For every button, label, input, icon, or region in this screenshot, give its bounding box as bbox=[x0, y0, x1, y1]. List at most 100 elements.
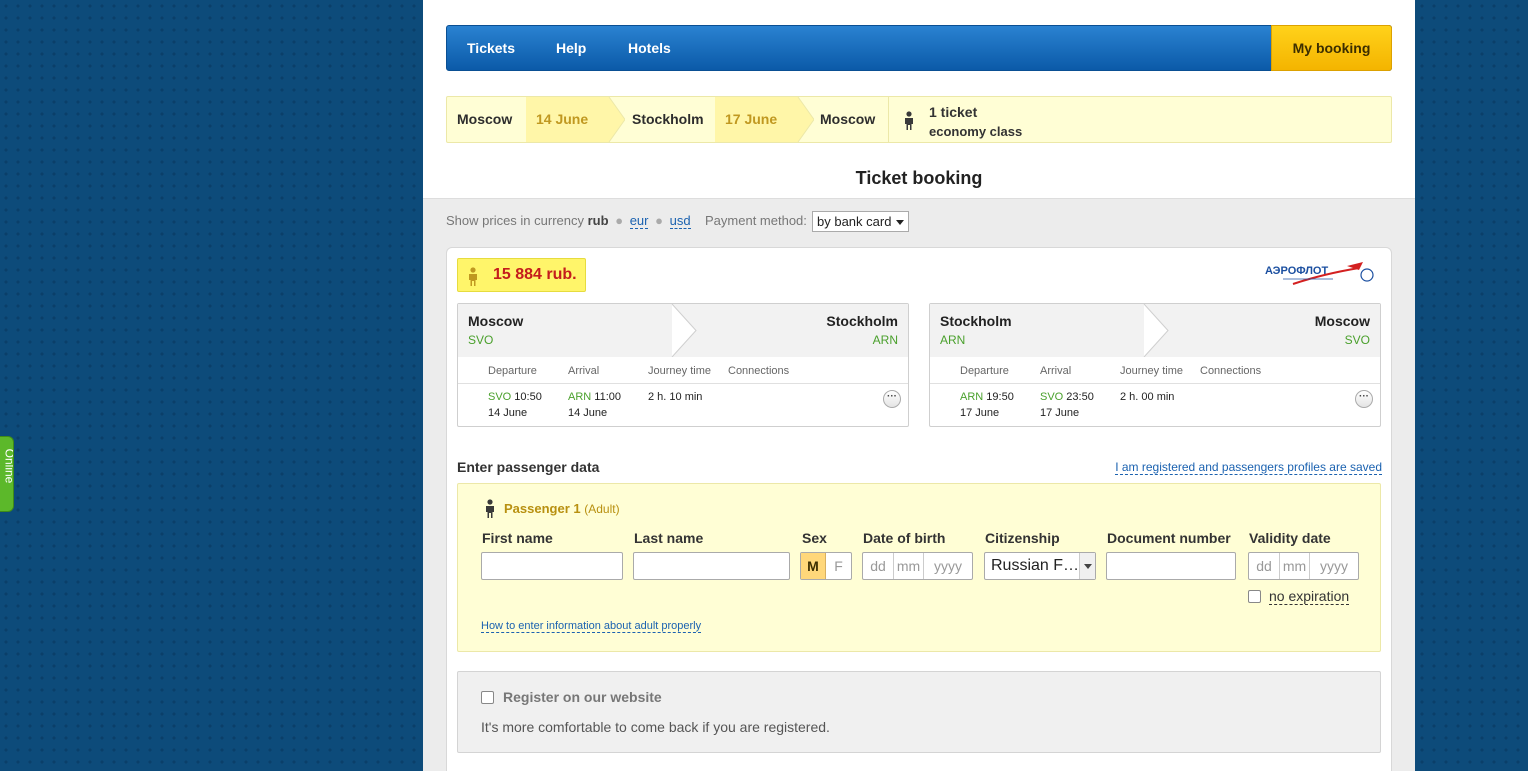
leg-arrow-icon bbox=[1143, 304, 1169, 357]
dob-day-input[interactable]: dd bbox=[863, 553, 894, 579]
main-page: Tickets Help Hotels My booking Moscow 14… bbox=[423, 0, 1415, 771]
person-icon bbox=[469, 267, 477, 286]
passenger-section-title: Enter passenger data bbox=[457, 459, 600, 475]
col-departure: Departure bbox=[488, 365, 537, 377]
nav-tickets[interactable]: Tickets bbox=[467, 26, 515, 70]
arrival-code: SVO bbox=[1040, 391, 1064, 403]
register-section: Register on our website It's more comfor… bbox=[457, 671, 1381, 753]
first-name-label: First name bbox=[482, 530, 553, 546]
register-description: It's more comfortable to come back if yo… bbox=[481, 719, 830, 735]
col-departure: Departure bbox=[960, 365, 1009, 377]
online-chat-label: Online bbox=[2, 448, 14, 484]
validity-date-input: dd mm yyyy bbox=[1248, 552, 1359, 580]
airline-logo-text: АЭРОФЛОТ bbox=[1265, 265, 1328, 277]
citizenship-value: Russian F… bbox=[991, 557, 1080, 574]
first-name-input[interactable] bbox=[481, 552, 623, 580]
currency-active: rub bbox=[587, 213, 609, 228]
route-arrow-icon bbox=[603, 97, 625, 142]
flight-leg-outbound: Moscow SVO Stockholm ARN Departure Arriv… bbox=[457, 303, 909, 427]
leg-from-city: Moscow bbox=[468, 313, 524, 329]
route-back-date: 17 June bbox=[715, 97, 793, 142]
last-name-input[interactable] bbox=[633, 552, 790, 580]
currency-usd-link[interactable]: usd bbox=[669, 213, 691, 229]
leg-header bbox=[458, 304, 908, 357]
separator-dot: ● bbox=[655, 213, 663, 228]
passenger-type: (Adult) bbox=[584, 502, 620, 516]
route-summary[interactable]: Moscow 14 June Stockholm 17 June Moscow … bbox=[446, 96, 1392, 143]
more-details-button[interactable]: ··· bbox=[883, 390, 901, 408]
date-of-birth-input: dd mm yyyy bbox=[862, 552, 973, 580]
col-connections: Connections bbox=[728, 365, 790, 377]
route-out-date: 14 June bbox=[526, 97, 604, 142]
payment-method-select[interactable]: by bank card bbox=[812, 211, 909, 232]
person-icon bbox=[486, 499, 494, 518]
register-checkbox[interactable] bbox=[481, 691, 494, 704]
journey-duration: 2 h. 00 min bbox=[1120, 391, 1175, 403]
online-chat-tab[interactable]: Online bbox=[0, 436, 14, 512]
currency-eur-link[interactable]: eur bbox=[629, 213, 649, 229]
validity-month-input[interactable]: mm bbox=[1280, 553, 1310, 579]
sex-toggle: M F bbox=[800, 552, 852, 580]
nav-hotels[interactable]: Hotels bbox=[628, 26, 671, 70]
payment-method-label: Payment method: bbox=[705, 213, 807, 228]
leg-header bbox=[930, 304, 1380, 357]
route-return-city: Moscow bbox=[820, 111, 876, 127]
passenger-form: Passenger 1 (Adult) First name Last name… bbox=[457, 483, 1381, 652]
dropdown-caret-icon bbox=[1079, 553, 1095, 579]
col-journey-time: Journey time bbox=[648, 365, 711, 377]
payment-method-value: by bank card bbox=[817, 214, 892, 229]
leg-from-city: Stockholm bbox=[940, 313, 1012, 329]
price-badge[interactable]: 15 884 rub. bbox=[457, 258, 586, 292]
citizenship-label: Citizenship bbox=[985, 530, 1060, 546]
validity-year-input[interactable]: yyyy bbox=[1310, 553, 1358, 579]
my-booking-button[interactable]: My booking bbox=[1271, 25, 1392, 71]
citizenship-select[interactable]: Russian F… bbox=[984, 552, 1096, 580]
more-details-button[interactable]: ··· bbox=[1355, 390, 1373, 408]
leg-column-headers: Departure Arrival Journey time Connectio… bbox=[930, 357, 1380, 384]
col-arrival: Arrival bbox=[568, 365, 600, 377]
arrival-clock: 23:50 bbox=[1066, 391, 1094, 403]
aeroflot-logo: АЭРОФЛОТ bbox=[1265, 262, 1374, 285]
sex-female-button[interactable]: F bbox=[826, 553, 851, 579]
route-dest-city: Stockholm bbox=[632, 111, 704, 127]
nav-help[interactable]: Help bbox=[556, 26, 586, 70]
sex-label: Sex bbox=[802, 530, 827, 546]
leg-to-city: Stockholm bbox=[826, 313, 898, 329]
arrival-time: SVO 23:50 bbox=[1040, 391, 1094, 403]
arrival-date: 14 June bbox=[568, 407, 608, 419]
leg-arrow-icon bbox=[671, 304, 697, 357]
col-arrival: Arrival bbox=[1040, 365, 1072, 377]
sex-male-button[interactable]: M bbox=[801, 553, 826, 579]
currency-prefix: Show prices in currency bbox=[446, 213, 584, 228]
document-number-label: Document number bbox=[1107, 530, 1231, 546]
arrival-clock: 11:00 bbox=[594, 391, 622, 403]
currency-switcher: Show prices in currency rub ● eur ● usd bbox=[446, 213, 691, 229]
leg-to-code: ARN bbox=[872, 333, 898, 347]
validity-date-label: Validity date bbox=[1249, 530, 1331, 546]
arrival-code: ARN bbox=[568, 391, 592, 403]
last-name-label: Last name bbox=[634, 530, 704, 546]
arrival-time: ARN 11:00 bbox=[568, 391, 621, 403]
register-title[interactable]: Register on our website bbox=[503, 689, 662, 705]
separator-dot: ● bbox=[615, 213, 624, 228]
journey-duration: 2 h. 10 min bbox=[648, 391, 703, 403]
dob-year-input[interactable]: yyyy bbox=[924, 553, 972, 579]
leg-to-code: SVO bbox=[1344, 333, 1370, 347]
howto-enter-adult-link[interactable]: How to enter information about adult pro… bbox=[481, 620, 702, 633]
no-expiration-checkbox[interactable] bbox=[1248, 590, 1261, 603]
registered-profiles-link[interactable]: I am registered and passengers profiles … bbox=[1115, 460, 1382, 475]
route-from-city: Moscow bbox=[457, 111, 513, 127]
departure-date: 14 June bbox=[488, 407, 528, 419]
person-icon bbox=[905, 111, 913, 130]
departure-date: 17 June bbox=[960, 407, 1000, 419]
validity-day-input[interactable]: dd bbox=[1249, 553, 1280, 579]
page-title: Ticket booking bbox=[855, 168, 983, 188]
offer-card: 15 884 rub. АЭРОФЛОТ Moscow SVO Stockhol… bbox=[446, 247, 1392, 771]
leg-column-headers: Departure Arrival Journey time Connectio… bbox=[458, 357, 908, 384]
flight-leg-return: Stockholm ARN Moscow SVO Departure Arriv… bbox=[929, 303, 1381, 427]
leg-from-code: SVO bbox=[468, 333, 494, 347]
departure-code: ARN bbox=[960, 391, 984, 403]
no-expiration-label[interactable]: no expiration bbox=[1269, 588, 1350, 605]
dob-month-input[interactable]: mm bbox=[894, 553, 924, 579]
document-number-input[interactable] bbox=[1106, 552, 1236, 580]
